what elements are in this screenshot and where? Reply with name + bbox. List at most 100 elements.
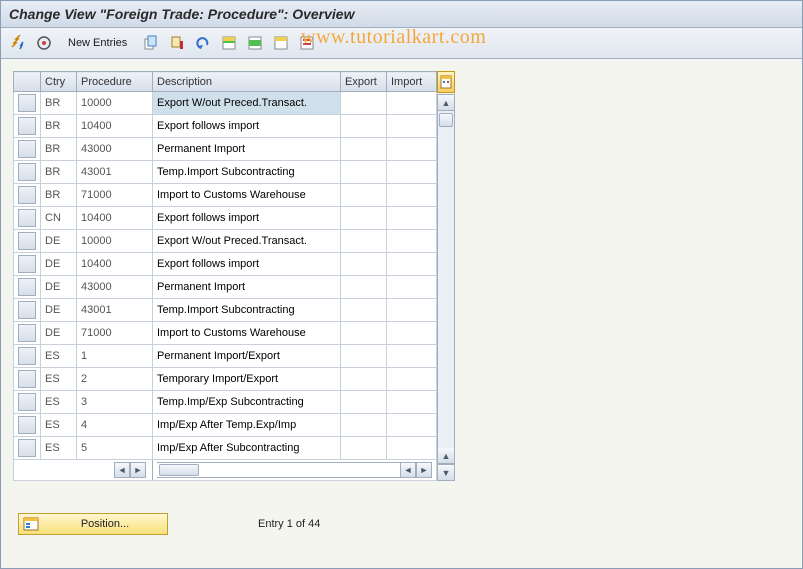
cell-ctry[interactable]: ES xyxy=(41,345,77,368)
cell-ctry[interactable]: CN xyxy=(41,207,77,230)
column-description[interactable]: Description xyxy=(153,72,341,92)
cell-ctry[interactable]: DE xyxy=(41,230,77,253)
row-selector[interactable] xyxy=(18,439,36,457)
cell-import[interactable] xyxy=(387,207,437,230)
cell-import[interactable] xyxy=(387,115,437,138)
table-settings-button[interactable] xyxy=(437,71,455,93)
cell-ctry[interactable]: DE xyxy=(41,299,77,322)
hscroll-right-1[interactable]: ► xyxy=(130,462,146,478)
cell-ctry[interactable]: DE xyxy=(41,276,77,299)
cell-ctry[interactable]: BR xyxy=(41,138,77,161)
cell-import[interactable] xyxy=(387,276,437,299)
cell-export[interactable] xyxy=(341,322,387,345)
cell-ctry[interactable]: ES xyxy=(41,368,77,391)
cell-import[interactable] xyxy=(387,253,437,276)
cell-description[interactable]: Temporary Import/Export xyxy=(153,368,341,391)
cell-description[interactable]: Imp/Exp After Subcontracting xyxy=(153,437,341,460)
row-selector[interactable] xyxy=(18,370,36,388)
new-entries-button[interactable]: New Entries xyxy=(59,33,136,53)
print-icon[interactable] xyxy=(296,32,318,54)
column-procedure[interactable]: Procedure xyxy=(77,72,153,92)
row-selector[interactable] xyxy=(18,255,36,273)
cell-procedure[interactable]: 71000 xyxy=(77,322,153,345)
cell-description[interactable]: Export follows import xyxy=(153,207,341,230)
vscroll-thumb[interactable] xyxy=(439,113,453,127)
cell-export[interactable] xyxy=(341,138,387,161)
cell-import[interactable] xyxy=(387,368,437,391)
cell-ctry[interactable]: BR xyxy=(41,92,77,115)
column-selector[interactable] xyxy=(14,72,41,92)
cell-procedure[interactable]: 5 xyxy=(77,437,153,460)
cell-import[interactable] xyxy=(387,184,437,207)
row-selector[interactable] xyxy=(18,232,36,250)
cell-ctry[interactable]: DE xyxy=(41,322,77,345)
cell-export[interactable] xyxy=(341,368,387,391)
row-selector[interactable] xyxy=(18,163,36,181)
cell-description[interactable]: Export follows import xyxy=(153,253,341,276)
cell-description[interactable]: Import to Customs Warehouse xyxy=(153,184,341,207)
cell-procedure[interactable]: 43000 xyxy=(77,276,153,299)
delete-icon[interactable] xyxy=(166,32,188,54)
cell-export[interactable] xyxy=(341,437,387,460)
cell-import[interactable] xyxy=(387,138,437,161)
vscroll-up[interactable]: ▲ xyxy=(438,95,454,111)
cell-procedure[interactable]: 1 xyxy=(77,345,153,368)
cell-description[interactable]: Temp.Imp/Exp Subcontracting xyxy=(153,391,341,414)
cell-description[interactable]: Export W/out Preced.Transact. xyxy=(153,230,341,253)
cell-export[interactable] xyxy=(341,115,387,138)
cell-procedure[interactable]: 2 xyxy=(77,368,153,391)
row-selector[interactable] xyxy=(18,347,36,365)
cell-export[interactable] xyxy=(341,276,387,299)
hscroll-track[interactable] xyxy=(157,462,400,478)
cell-export[interactable] xyxy=(341,230,387,253)
cell-procedure[interactable]: 10000 xyxy=(77,230,153,253)
cell-import[interactable] xyxy=(387,161,437,184)
column-ctry[interactable]: Ctry xyxy=(41,72,77,92)
toggle-display-change-icon[interactable] xyxy=(7,32,29,54)
cell-description[interactable]: Imp/Exp After Temp.Exp/Imp xyxy=(153,414,341,437)
cell-procedure[interactable]: 43001 xyxy=(77,299,153,322)
cell-ctry[interactable]: DE xyxy=(41,253,77,276)
cell-procedure[interactable]: 10400 xyxy=(77,207,153,230)
cell-export[interactable] xyxy=(341,345,387,368)
cell-description[interactable]: Permanent Import xyxy=(153,276,341,299)
cell-import[interactable] xyxy=(387,437,437,460)
row-selector[interactable] xyxy=(18,278,36,296)
cell-import[interactable] xyxy=(387,322,437,345)
cell-ctry[interactable]: ES xyxy=(41,414,77,437)
row-selector[interactable] xyxy=(18,186,36,204)
cell-export[interactable] xyxy=(341,391,387,414)
row-selector[interactable] xyxy=(18,393,36,411)
hscroll-left-1[interactable]: ◄ xyxy=(114,462,130,478)
row-selector[interactable] xyxy=(18,117,36,135)
other-view-icon[interactable] xyxy=(33,32,55,54)
undo-icon[interactable] xyxy=(192,32,214,54)
cell-description[interactable]: Export W/out Preced.Transact. xyxy=(153,92,341,115)
cell-ctry[interactable]: BR xyxy=(41,115,77,138)
cell-procedure[interactable]: 4 xyxy=(77,414,153,437)
cell-export[interactable] xyxy=(341,207,387,230)
column-import[interactable]: Import xyxy=(387,72,437,92)
cell-export[interactable] xyxy=(341,299,387,322)
cell-description[interactable]: Temp.Import Subcontracting xyxy=(153,299,341,322)
hscroll-left-2[interactable]: ◄ xyxy=(400,462,416,478)
cell-import[interactable] xyxy=(387,92,437,115)
hscroll-right-2[interactable]: ► xyxy=(416,462,432,478)
row-selector[interactable] xyxy=(18,94,36,112)
row-selector[interactable] xyxy=(18,140,36,158)
cell-import[interactable] xyxy=(387,299,437,322)
cell-ctry[interactable]: ES xyxy=(41,437,77,460)
cell-procedure[interactable]: 10400 xyxy=(77,115,153,138)
vscroll-track[interactable] xyxy=(438,111,454,448)
cell-export[interactable] xyxy=(341,92,387,115)
cell-procedure[interactable]: 43000 xyxy=(77,138,153,161)
cell-procedure[interactable]: 10400 xyxy=(77,253,153,276)
copy-icon[interactable] xyxy=(140,32,162,54)
vscroll-down[interactable]: ▼ xyxy=(438,464,454,480)
cell-export[interactable] xyxy=(341,253,387,276)
cell-ctry[interactable]: ES xyxy=(41,391,77,414)
deselect-all-icon[interactable] xyxy=(270,32,292,54)
cell-procedure[interactable]: 71000 xyxy=(77,184,153,207)
cell-description[interactable]: Import to Customs Warehouse xyxy=(153,322,341,345)
cell-procedure[interactable]: 3 xyxy=(77,391,153,414)
